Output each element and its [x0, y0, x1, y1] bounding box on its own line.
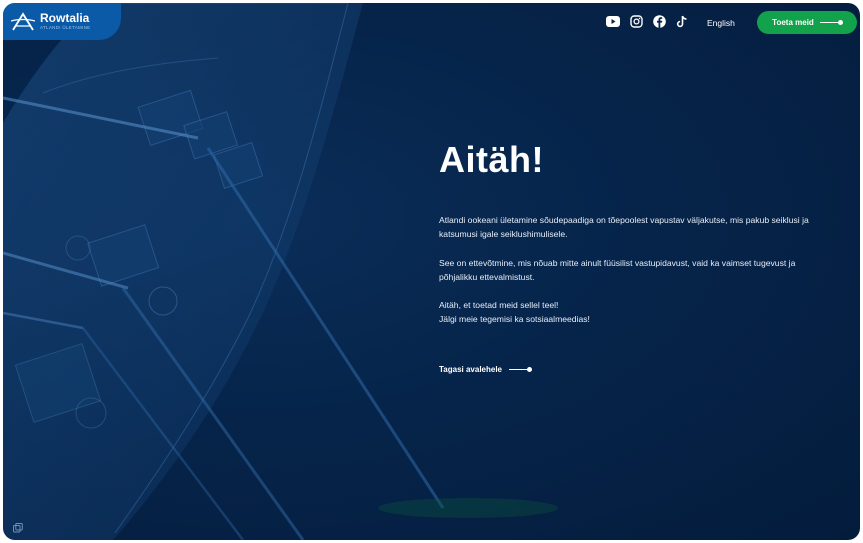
thanks-paragraph: Aitäh, et toetad meid sellel teel! Jälgi…: [439, 299, 819, 326]
social-links: [606, 14, 689, 28]
page-title: Aitäh!: [439, 139, 544, 180]
intro-paragraph: Atlandi ookeani ületamine sõudepaadiga o…: [439, 215, 809, 239]
page-frame: Rowtalia ATLANDI ÜLETAMINE English Toeta…: [3, 3, 860, 540]
language-switch[interactable]: English: [707, 18, 735, 28]
arrow-right-icon: [819, 20, 843, 25]
back-to-home-link[interactable]: Tagasi avalehele: [439, 365, 532, 374]
arrow-right-icon: [509, 367, 532, 372]
follow-line: Jälgi meie tegemisi ka sotsiaalmeedias!: [439, 313, 590, 324]
back-to-home-label: Tagasi avalehele: [439, 365, 502, 374]
thanks-line: Aitäh, et toetad meid sellel teel!: [439, 300, 559, 310]
brand-logo[interactable]: Rowtalia ATLANDI ÜLETAMINE: [3, 3, 121, 40]
preparation-paragraph: See on ettevõtmine, mis nõuab mitte ainu…: [439, 258, 796, 282]
support-us-button[interactable]: Toeta meid: [757, 11, 857, 34]
facebook-icon[interactable]: [652, 14, 666, 28]
copy-icon[interactable]: [13, 523, 23, 533]
tiktok-icon[interactable]: [675, 14, 689, 28]
rowtalia-logo-icon: [11, 11, 35, 30]
instagram-icon[interactable]: [629, 14, 643, 28]
youtube-icon[interactable]: [606, 14, 620, 28]
brand-tagline: ATLANDI ÜLETAMINE: [40, 25, 91, 31]
support-us-label: Toeta meid: [772, 18, 814, 27]
brand-name: Rowtalia: [40, 11, 90, 26]
